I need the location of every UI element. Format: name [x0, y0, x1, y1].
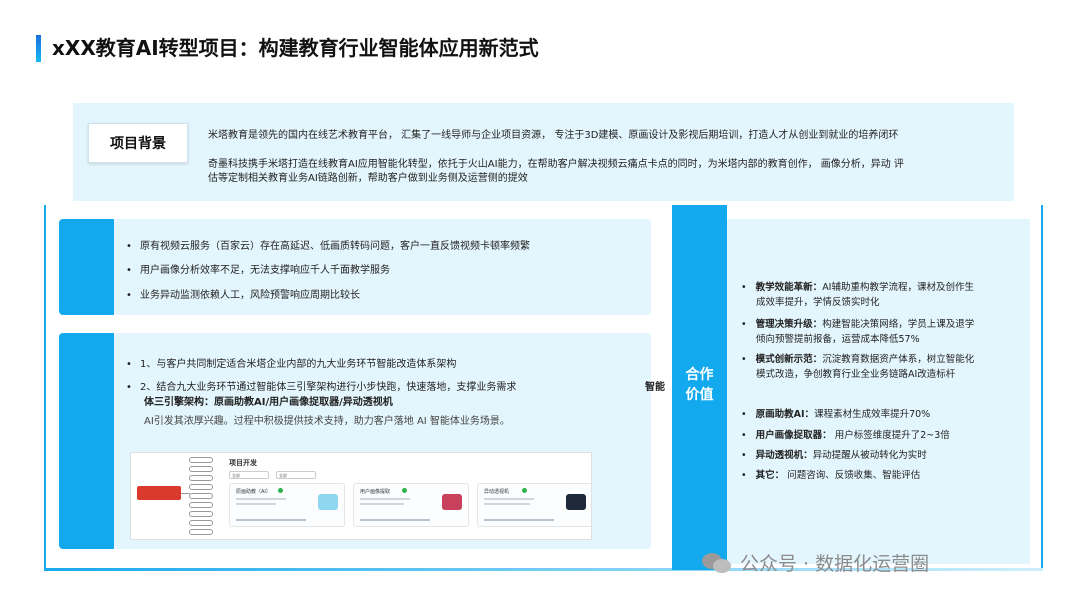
solution-item-tail: 智能 [645, 382, 665, 393]
pain-point-item: • 用户画像分析效率不足，无法支撑响应千人千面教学服务 [126, 265, 390, 276]
result-item: • 其它： 问题咨询、反馈收集、智能评估 [741, 470, 921, 481]
chart-thumb-icon [566, 494, 586, 510]
mindmap-node [189, 466, 213, 472]
mockup-card: 用户画像提取 [353, 483, 469, 527]
cooperation-panel [727, 219, 1030, 564]
value-item-cont: 模式改造，争创教育行业全业务链路AI改造标杆 [756, 369, 956, 380]
frame-left-border [44, 205, 46, 570]
mockup-select: 全部 [229, 471, 269, 479]
value-item: • 教学效能革新：AI辅助重构教学流程，课材及创作生 [741, 282, 974, 293]
portrait-thumb-icon [442, 494, 462, 510]
pain-point-item: • 原有视频云服务（百家云）存在高延迟、低画质转码问题，客户一直反馈视频卡顿率频繁 [126, 241, 530, 252]
background-label: 项目背景 [88, 123, 188, 163]
solution-item: • 1、与客户共同制定适合米塔企业内部的九大业务环节智能改造体系架构 [126, 359, 457, 370]
mindmap-node [189, 511, 213, 517]
mindmap-node [189, 520, 213, 526]
mindmap-node [189, 493, 213, 499]
frame-right-border [1041, 205, 1043, 570]
mindmap-node [189, 502, 213, 508]
watermark: 公众号 · 数据化运营圈 [702, 549, 929, 576]
result-item: • 原画助教AI：课程素材生成效率提升70% [741, 409, 931, 420]
mindmap-node [189, 457, 213, 463]
mindmap-node [189, 475, 213, 481]
background-paragraph-2-line-2: 估等定制相关教育业务AI链路创新，帮助客户做到业务侧及运营侧的提效 [208, 173, 528, 184]
mindmap-node [189, 529, 213, 535]
cooperation-label: 合作 价值 [685, 367, 714, 403]
page-title: xXX教育AI转型项目：构建教育行业智能体应用新范式 [52, 36, 539, 60]
result-item: • 用户画像捉取器： 用户标签维度提升了2~3倍 [741, 430, 950, 441]
solution-item: • 2、结合九大业务环节通过智能体三引擎架构进行小步快跑，快速落地，支撑业务需求 [126, 382, 517, 393]
mockup-card: 异动透视机 [477, 483, 591, 527]
value-item-cont: 倾向预警提前报备，运营成本降低57% [756, 334, 920, 345]
mindmap-node [189, 484, 213, 490]
mockup-select: 全部 [276, 471, 316, 479]
background-paragraph-2-line-1: 奇墨科技携手米塔打造在线教育AI应用智能化转型，依托于火山AI能力，在帮助客户解… [208, 159, 904, 170]
background-paragraph-1: 米塔教育是领先的国内在线艺术教育平台， 汇集了一线导师与企业项目资源， 专注于3… [208, 130, 899, 141]
bot-avatar-icon [318, 494, 338, 510]
solution-tab [59, 333, 114, 549]
value-item: • 管理决策升级：构建智能决策网络，学员上课及退学 [741, 319, 975, 330]
background-panel [73, 103, 1014, 201]
solution-engines: 体三引擎架构：原画助教AI/用户画像捉取器/异动透视机 [144, 397, 393, 408]
value-item-cont: 成效率提升，学情反馈实时化 [756, 297, 880, 308]
value-item: • 模式创新示范：沉淀教育数据资产体系，树立智能化 [741, 354, 975, 365]
project-screenshot: 项目开发 全部 全部 原画助教（AI） 用户画像提取 异动透视机 [130, 452, 592, 540]
solution-note: AI引发其浓厚兴趣。过程中积极提供技术支持，助力客户落地 AI 智能体业务场景。 [144, 416, 510, 427]
pain-point-item: • 业务异动监测依赖人工，风险预警响应周期比较长 [126, 290, 360, 301]
mindmap-root [137, 486, 181, 500]
result-item: • 异动透视机：异动提醒从被动转化为实时 [741, 450, 927, 461]
mockup-title: 项目开发 [229, 459, 257, 467]
title-accent-bar [36, 35, 41, 62]
pain-points-tab [59, 219, 114, 315]
mockup-card: 原画助教（AI） [229, 483, 345, 527]
wechat-icon [702, 551, 734, 575]
